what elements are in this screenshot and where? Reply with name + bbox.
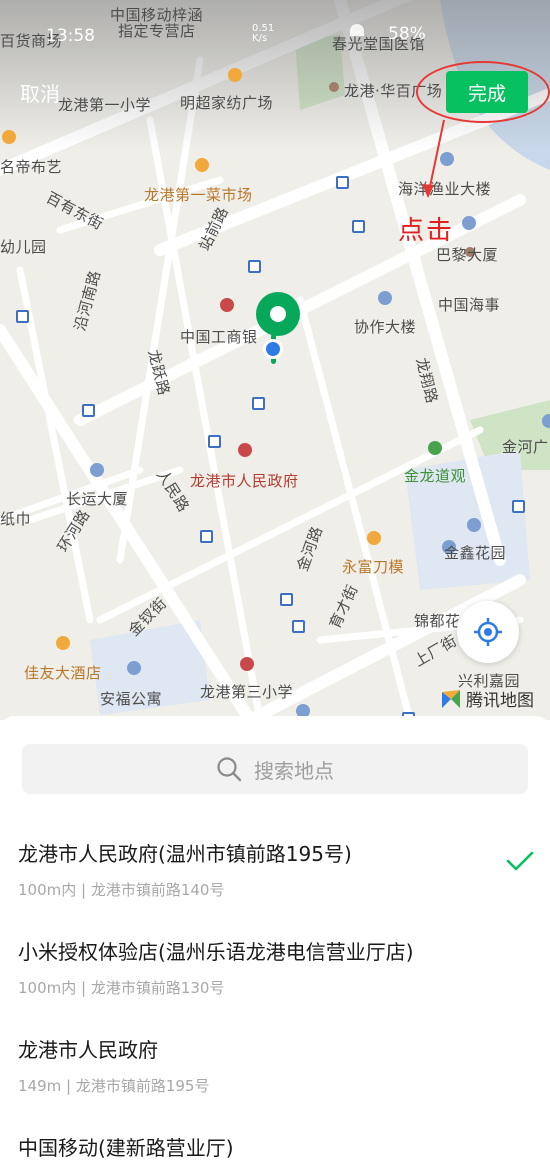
map-label: 纸巾 xyxy=(0,510,32,528)
temple-icon xyxy=(428,441,442,455)
map-label: 巴黎大厦 xyxy=(436,246,499,264)
market-icon xyxy=(195,158,209,172)
map-label: 协作大楼 xyxy=(354,318,417,336)
school-icon xyxy=(240,657,254,671)
building-icon xyxy=(378,291,392,305)
bus-stop-icon xyxy=(16,310,29,323)
result-item-0[interactable]: 龙港市人民政府(温州市镇前路195号) 100m内 | 龙港市镇前路140号 xyxy=(18,838,528,900)
map-label: 名帝布艺 xyxy=(0,158,63,176)
status-bar: 13:58 0.51 K/s 58% xyxy=(0,0,550,47)
result-title: 小米授权体验店(温州乐语龙港电信营业厅店) xyxy=(18,940,414,964)
building-icon xyxy=(127,661,141,675)
status-time: 13:58 xyxy=(46,26,95,46)
bus-stop-icon xyxy=(252,397,265,410)
cancel-button[interactable]: 取消 xyxy=(20,78,60,107)
bus-stop-icon xyxy=(248,260,261,273)
search-placeholder: 搜索地点 xyxy=(254,758,334,783)
annotation-ellipse xyxy=(416,61,550,123)
search-input[interactable]: 搜索地点 xyxy=(22,744,528,794)
map-label: 幼儿园 xyxy=(0,238,47,256)
government-icon xyxy=(238,443,252,457)
map-label: 永富刀模 xyxy=(342,558,405,576)
result-subtitle: 100m内 | 龙港市镇前路130号 xyxy=(18,979,225,997)
map-label: 锦都花 xyxy=(414,612,461,630)
map-label: 龙港第一菜市场 xyxy=(144,186,253,204)
bus-stop-icon xyxy=(208,435,221,448)
map-brand: 腾讯地图 xyxy=(440,686,534,711)
bus-stop-icon xyxy=(336,176,349,189)
building-icon xyxy=(467,518,481,532)
building-icon xyxy=(462,216,476,230)
shop-icon xyxy=(2,130,16,144)
checkmark-icon xyxy=(506,851,534,871)
locate-me-button[interactable] xyxy=(457,601,519,663)
bus-stop-icon xyxy=(280,593,293,606)
map-label: 中国工商银 xyxy=(180,328,258,346)
map-label: 金龙道观 xyxy=(404,467,467,485)
map-pin-icon[interactable] xyxy=(256,292,300,336)
bank-icon xyxy=(220,298,234,312)
current-location-dot xyxy=(263,339,283,359)
result-item-1[interactable]: 小米授权体验店(温州乐语龙港电信营业厅店) 100m内 | 龙港市镇前路130号 xyxy=(18,936,528,998)
map-label: 安福公寓 xyxy=(100,690,163,708)
result-item-2[interactable]: 龙港市人民政府 149m | 龙港市镇前路195号 xyxy=(18,1034,528,1096)
map-label: 龙港市人民政府 xyxy=(190,472,299,490)
shop-icon xyxy=(367,531,381,545)
wifi-icon xyxy=(350,24,364,36)
battery-level: 58% xyxy=(388,24,426,44)
network-speed: 0.51 K/s xyxy=(252,23,275,44)
tencent-map-logo-icon xyxy=(442,689,460,708)
building-icon xyxy=(90,463,104,477)
restaurant-icon xyxy=(56,636,70,650)
result-subtitle: 100m内 | 龙港市镇前路140号 xyxy=(18,881,225,899)
map-label: 金河广 xyxy=(502,438,549,456)
search-icon xyxy=(217,757,242,782)
result-title: 龙港市人民政府(温州市镇前路195号) xyxy=(18,842,352,866)
bus-stop-icon xyxy=(352,220,365,233)
bus-stop-icon xyxy=(200,530,213,543)
map-label: 中国海事 xyxy=(438,296,501,314)
result-title: 中国移动(建新路营业厅) xyxy=(18,1136,234,1160)
bus-stop-icon xyxy=(292,620,305,633)
bus-stop-icon xyxy=(512,500,525,513)
crosshair-icon xyxy=(474,618,502,646)
result-item-3[interactable]: 中国移动(建新路营业厅) xyxy=(18,1132,528,1161)
bus-stop-icon xyxy=(82,404,95,417)
map-brand-label: 腾讯地图 xyxy=(466,691,534,711)
annotation-arrow xyxy=(422,119,445,198)
building-icon xyxy=(542,414,550,428)
map-label: 龙港第三小学 xyxy=(200,683,294,701)
map-label: 金鑫花园 xyxy=(444,544,507,562)
result-subtitle: 149m | 龙港市镇前路195号 xyxy=(18,1077,210,1095)
map-label: 佳友大酒店 xyxy=(24,664,102,682)
result-title: 龙港市人民政府 xyxy=(18,1038,158,1062)
annotation-label: 点击 xyxy=(398,216,455,246)
